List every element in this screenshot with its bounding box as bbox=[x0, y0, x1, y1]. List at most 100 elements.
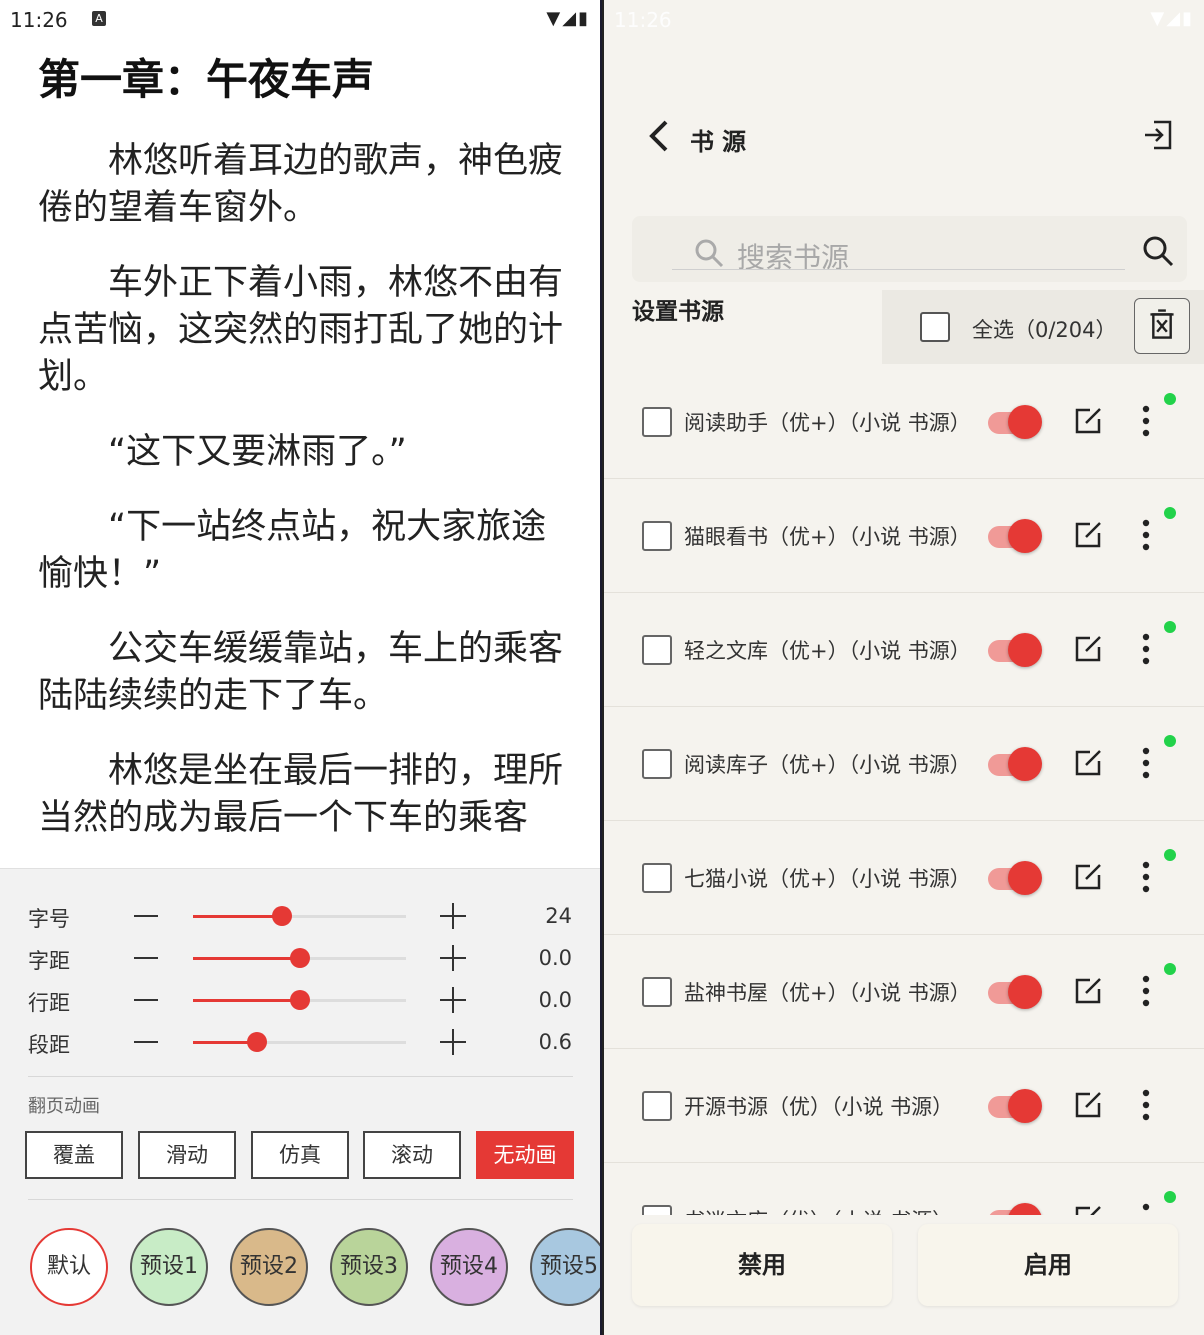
plus-icon[interactable] bbox=[440, 987, 466, 1013]
source-row[interactable]: 阅读助手（优+）（小说 书源） bbox=[604, 365, 1204, 479]
slider-thumb[interactable] bbox=[289, 948, 310, 968]
anim-simulation-button[interactable]: 仿真 bbox=[251, 1131, 349, 1179]
preset-3[interactable]: 预设3 bbox=[330, 1228, 408, 1306]
search-underline bbox=[672, 269, 1125, 270]
enable-button[interactable]: 启用 bbox=[918, 1224, 1178, 1306]
toggle-thumb[interactable] bbox=[1008, 405, 1042, 439]
row-checkbox[interactable] bbox=[642, 521, 672, 551]
row-checkbox[interactable] bbox=[642, 749, 672, 779]
search-submit-icon[interactable] bbox=[1141, 234, 1175, 268]
setting-value: 0.0 bbox=[538, 946, 572, 970]
chapter-text: 林悠听着耳边的歌声，神色疲倦的望着车窗外。 车外正下着小雨，林悠不由有点苦恼，这… bbox=[38, 138, 568, 868]
setting-label: 段距 bbox=[28, 1033, 70, 1057]
more-options-icon[interactable] bbox=[1136, 1087, 1156, 1123]
source-row[interactable]: 七猫小说（优+）（小说 书源） bbox=[604, 821, 1204, 935]
search-icon bbox=[695, 239, 724, 268]
edit-icon[interactable] bbox=[1072, 1203, 1104, 1215]
page-title: 书源 bbox=[690, 128, 754, 156]
anim-slide-button[interactable]: 滑动 bbox=[138, 1131, 236, 1179]
font-size-slider[interactable] bbox=[193, 906, 406, 926]
source-row[interactable]: 开源书源（优）（小说 书源） bbox=[604, 1049, 1204, 1163]
edit-icon[interactable] bbox=[1072, 405, 1104, 437]
slider-thumb[interactable] bbox=[272, 906, 293, 926]
disable-button[interactable]: 禁用 bbox=[632, 1224, 892, 1306]
source-row[interactable]: 轻之文库（优+）（小说 书源） bbox=[604, 593, 1204, 707]
reading-area[interactable]: 11:26 A ▼◢▮ 第一章：午夜车声 林悠听着耳边的歌声，神色疲倦的望着车窗… bbox=[0, 0, 600, 868]
more-options-icon[interactable] bbox=[1136, 973, 1156, 1009]
anim-cover-button[interactable]: 覆盖 bbox=[25, 1131, 123, 1179]
plus-icon[interactable] bbox=[440, 1029, 466, 1055]
setting-label: 字号 bbox=[28, 907, 70, 931]
preset-default[interactable]: 默认 bbox=[30, 1228, 108, 1306]
toggle-thumb[interactable] bbox=[1008, 633, 1042, 667]
online-status-dot bbox=[1164, 393, 1176, 405]
signal-battery-icon: ▼◢▮ bbox=[546, 8, 590, 29]
row-checkbox[interactable] bbox=[642, 863, 672, 893]
search-box[interactable]: 搜索书源 bbox=[632, 216, 1187, 282]
status-time: 11:26 bbox=[614, 8, 672, 32]
preset-5[interactable]: 预设5 bbox=[530, 1228, 600, 1306]
source-row[interactable]: 猫眼看书（优+）（小说 书源） bbox=[604, 479, 1204, 593]
plus-icon[interactable] bbox=[440, 945, 466, 971]
setting-label: 行距 bbox=[28, 991, 70, 1015]
minus-icon[interactable] bbox=[134, 915, 158, 917]
more-options-icon[interactable] bbox=[1136, 631, 1156, 667]
row-checkbox[interactable] bbox=[642, 635, 672, 665]
preset-2[interactable]: 预设2 bbox=[230, 1228, 308, 1306]
edit-icon[interactable] bbox=[1072, 975, 1104, 1007]
minus-icon[interactable] bbox=[134, 999, 158, 1001]
row-checkbox[interactable] bbox=[642, 1205, 672, 1215]
edit-icon[interactable] bbox=[1072, 747, 1104, 779]
preset-1[interactable]: 预设1 bbox=[130, 1228, 208, 1306]
edit-icon[interactable] bbox=[1072, 633, 1104, 665]
row-checkbox[interactable] bbox=[642, 977, 672, 1007]
toggle-thumb[interactable] bbox=[1008, 747, 1042, 781]
select-all-checkbox[interactable] bbox=[920, 312, 950, 342]
toggle-thumb[interactable] bbox=[1008, 861, 1042, 895]
more-options-icon[interactable] bbox=[1136, 403, 1156, 439]
line-spacing-slider[interactable] bbox=[193, 990, 406, 1010]
toggle-thumb[interactable] bbox=[1008, 1089, 1042, 1123]
row-checkbox[interactable] bbox=[642, 407, 672, 437]
edit-icon[interactable] bbox=[1072, 861, 1104, 893]
more-options-icon[interactable] bbox=[1136, 745, 1156, 781]
bottom-actions: 禁用 启用 bbox=[604, 1218, 1204, 1335]
slider-thumb[interactable] bbox=[246, 1032, 267, 1052]
notification-icon: A bbox=[92, 11, 106, 26]
more-options-icon[interactable] bbox=[1136, 859, 1156, 895]
font-size-row: 字号 24 bbox=[0, 896, 600, 936]
paragraph-spacing-slider[interactable] bbox=[193, 1032, 406, 1052]
toggle-thumb[interactable] bbox=[1008, 519, 1042, 553]
section-title: 设置书源 bbox=[632, 299, 724, 325]
source-row[interactable]: 阅读库子（优+）（小说 书源） bbox=[604, 707, 1204, 821]
source-row[interactable]: 盐神书屋（优+）（小说 书源） bbox=[604, 935, 1204, 1049]
search-input[interactable]: 搜索书源 bbox=[737, 236, 849, 276]
minus-icon[interactable] bbox=[134, 957, 158, 959]
delete-icon[interactable] bbox=[1134, 298, 1190, 354]
more-options-icon[interactable] bbox=[1136, 1201, 1156, 1215]
toggle-thumb[interactable] bbox=[1008, 1203, 1042, 1215]
plus-icon[interactable] bbox=[440, 903, 466, 929]
back-arrow-icon[interactable] bbox=[644, 116, 674, 156]
more-options-icon[interactable] bbox=[1136, 517, 1156, 553]
select-all-label[interactable]: 全选（0/204） bbox=[972, 314, 1117, 344]
source-name: 猫眼看书（优+）（小说 书源） bbox=[684, 525, 971, 549]
line-spacing-row: 行距 0.0 bbox=[0, 980, 600, 1020]
import-icon[interactable] bbox=[1142, 118, 1176, 152]
online-status-dot bbox=[1164, 507, 1176, 519]
row-checkbox[interactable] bbox=[642, 1091, 672, 1121]
slider-thumb[interactable] bbox=[289, 990, 310, 1010]
edit-icon[interactable] bbox=[1072, 1089, 1104, 1121]
anim-scroll-button[interactable]: 滚动 bbox=[363, 1131, 461, 1179]
source-row[interactable]: 书迷文库（优）（小说 书源） bbox=[604, 1163, 1204, 1215]
toggle-thumb[interactable] bbox=[1008, 975, 1042, 1009]
minus-icon[interactable] bbox=[134, 1041, 158, 1043]
edit-icon[interactable] bbox=[1072, 519, 1104, 551]
reader-pane: 11:26 A ▼◢▮ 第一章：午夜车声 林悠听着耳边的歌声，神色疲倦的望着车窗… bbox=[0, 0, 600, 1335]
online-status-dot bbox=[1164, 621, 1176, 633]
letter-spacing-slider[interactable] bbox=[193, 948, 406, 968]
setting-label: 字距 bbox=[28, 949, 70, 973]
screen: 11:26 A ▼◢▮ 第一章：午夜车声 林悠听着耳边的歌声，神色疲倦的望着车窗… bbox=[0, 0, 1204, 1335]
anim-none-button[interactable]: 无动画 bbox=[476, 1131, 574, 1179]
preset-4[interactable]: 预设4 bbox=[430, 1228, 508, 1306]
